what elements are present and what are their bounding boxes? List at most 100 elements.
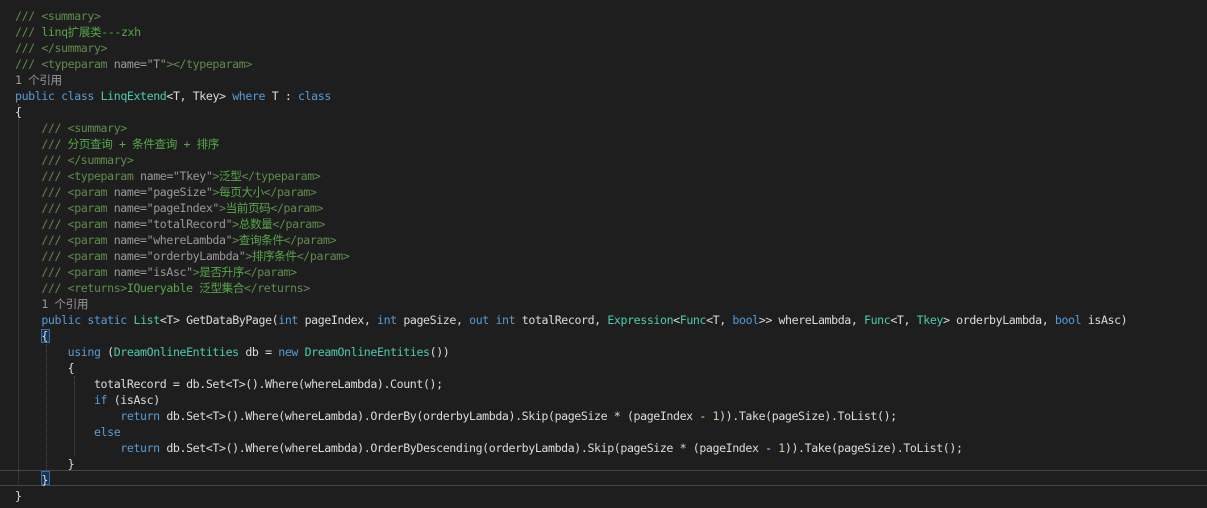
code-line[interactable]: /// <summary> bbox=[15, 8, 101, 24]
code-token: IQueryable 泛型集合 bbox=[126, 281, 245, 295]
code-token: /// </summary> bbox=[15, 41, 108, 55]
code-token: /// <returns> bbox=[41, 281, 127, 295]
code-line[interactable]: if (isAsc) bbox=[15, 392, 160, 408]
code-line[interactable]: } bbox=[15, 472, 48, 488]
code-token: > bbox=[245, 249, 252, 263]
code-token: T : bbox=[265, 89, 299, 103]
code-line[interactable]: } bbox=[15, 456, 75, 472]
code-token: >> whereLambda, bbox=[758, 313, 865, 327]
code-line[interactable]: /// linq扩展类---zxh bbox=[15, 24, 141, 40]
code-token: </returns> bbox=[244, 281, 310, 295]
code-token: db = bbox=[238, 345, 279, 359]
code-line[interactable]: return db.Set<T>().Where(whereLambda).Or… bbox=[15, 440, 963, 456]
code-token: <T, bbox=[890, 313, 917, 327]
code-line[interactable]: /// <typeparam name="Tkey">泛型</typeparam… bbox=[15, 168, 320, 184]
code-line[interactable]: /// <param name="totalRecord">总数量</param… bbox=[15, 216, 325, 232]
code-token: /// <param bbox=[41, 249, 114, 263]
code-token: out bbox=[469, 313, 489, 327]
code-line[interactable]: /// <param name="pageSize">每页大小</param> bbox=[15, 184, 317, 200]
code-token: LinqExtend bbox=[100, 89, 167, 103]
code-token: { bbox=[15, 329, 48, 343]
code-token: class bbox=[298, 89, 331, 103]
code-line[interactable]: 1 个引用 bbox=[15, 296, 88, 312]
code-token: if bbox=[93, 393, 108, 407]
code-token: Expression bbox=[607, 313, 674, 327]
code-token: linq扩展类---zxh bbox=[41, 25, 141, 39]
code-token: < bbox=[673, 313, 680, 327]
code-token: Func bbox=[679, 313, 707, 327]
code-line[interactable]: /// <param name="whereLambda">查询条件</para… bbox=[15, 232, 336, 248]
code-token: 分页查询 + 条件查询 + 排序 bbox=[67, 137, 220, 151]
code-token: using bbox=[67, 345, 101, 359]
code-token: /// <typeparam bbox=[41, 169, 141, 183]
code-token: 总数量 bbox=[238, 217, 273, 231]
code-line[interactable]: { bbox=[15, 104, 22, 120]
code-line[interactable]: /// 分页查询 + 条件查询 + 排序 bbox=[15, 136, 219, 152]
codelens-references[interactable]: 1 个引用 bbox=[15, 73, 62, 87]
code-token: public bbox=[15, 89, 55, 103]
code-token: /// <typeparam bbox=[15, 57, 114, 71]
code-token: int bbox=[376, 313, 397, 327]
code-line[interactable]: /// </summary> bbox=[15, 152, 134, 168]
current-line-highlight bbox=[0, 470, 1207, 486]
code-token: > bbox=[232, 217, 239, 231]
code-token: /// </summary> bbox=[41, 153, 134, 167]
code-line[interactable]: else bbox=[15, 424, 121, 440]
code-line[interactable]: /// <param name="isAsc">是否升序</param> bbox=[15, 264, 297, 280]
code-token: name="Tkey" bbox=[140, 169, 213, 183]
code-token: List bbox=[133, 313, 160, 327]
code-token: } bbox=[15, 489, 22, 503]
code-line[interactable]: } bbox=[15, 488, 22, 504]
code-line[interactable]: /// <summary> bbox=[15, 120, 127, 136]
code-line[interactable]: { bbox=[15, 328, 48, 344]
code-token: { bbox=[15, 105, 22, 119]
code-token: > bbox=[219, 201, 226, 215]
code-token: totalRecord, bbox=[515, 313, 608, 327]
code-token: ></typeparam> bbox=[166, 57, 252, 71]
code-token: return bbox=[120, 409, 160, 423]
code-token: )).Take(pageSize).ToList(); bbox=[719, 409, 897, 423]
code-line[interactable]: /// <returns>IQueryable 泛型集合</returns> bbox=[15, 280, 310, 296]
codelens-references[interactable]: 1 个引用 bbox=[41, 297, 88, 311]
code-token: pageSize, bbox=[396, 313, 470, 327]
code-token: return bbox=[120, 441, 160, 455]
code-token: int bbox=[495, 313, 516, 327]
code-token: /// <summary> bbox=[15, 9, 101, 23]
code-editor[interactable]: /// <summary>/// linq扩展类---zxh/// </summ… bbox=[0, 0, 1207, 508]
code-token: DreamOnlineEntities bbox=[113, 345, 239, 359]
code-line[interactable]: /// <param name="orderbyLambda">排序条件</pa… bbox=[15, 248, 349, 264]
code-token: } bbox=[15, 457, 75, 471]
code-token: </param> bbox=[263, 185, 317, 199]
code-line[interactable]: /// <typeparam name="T"></typeparam> bbox=[15, 56, 252, 72]
code-line[interactable]: using (DreamOnlineEntities db = new Drea… bbox=[15, 344, 450, 360]
code-line[interactable]: totalRecord = db.Set<T>().Where(whereLam… bbox=[15, 376, 443, 392]
code-token: </typeparam> bbox=[241, 169, 321, 183]
code-line[interactable]: public class LinqExtend<T, Tkey> where T… bbox=[15, 88, 331, 104]
code-line[interactable]: public static List<T> GetDataByPage(int … bbox=[15, 312, 1127, 328]
code-token: (isAsc) bbox=[107, 393, 160, 407]
code-line[interactable]: 1 个引用 bbox=[15, 72, 62, 88]
code-line[interactable]: { bbox=[15, 360, 75, 376]
code-token: int bbox=[278, 313, 299, 327]
code-token: </param> bbox=[283, 233, 337, 247]
code-token: 每页大小 bbox=[219, 185, 264, 199]
code-line[interactable]: /// <param name="pageIndex">当前页码</param> bbox=[15, 200, 323, 216]
code-token: 1 bbox=[778, 441, 785, 455]
code-token: /// <param bbox=[41, 185, 114, 199]
code-token: bool bbox=[732, 313, 759, 327]
code-line[interactable]: /// </summary> bbox=[15, 40, 108, 56]
code-token: static bbox=[87, 313, 127, 327]
code-token: /// bbox=[15, 25, 42, 39]
code-line[interactable]: return db.Set<T>().Where(whereLambda).Or… bbox=[15, 408, 897, 424]
code-token: /// <summary> bbox=[41, 121, 127, 135]
